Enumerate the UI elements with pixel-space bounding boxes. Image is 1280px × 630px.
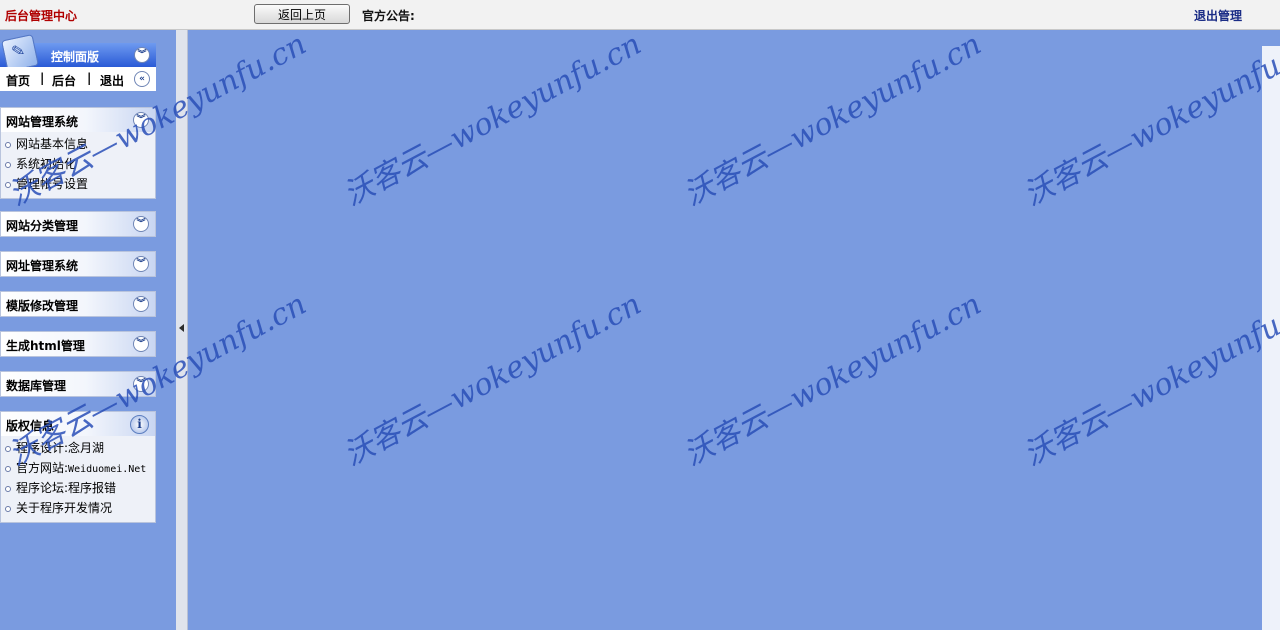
watermark: 沃客云—wokeyunfu.cn bbox=[678, 26, 988, 214]
control-panel-header: 控制面版 ︾ bbox=[0, 34, 156, 72]
watermark: 沃客云—wokeyunfu.cn bbox=[338, 286, 648, 474]
section-generate-html: 生成html管理 ︾ bbox=[0, 331, 156, 357]
menu-item-system-init[interactable]: 系统初始化 bbox=[1, 154, 155, 174]
collapse-left-arrow-icon[interactable] bbox=[179, 324, 184, 332]
section-header: 版权信息 i bbox=[1, 412, 155, 436]
official-site-link[interactable]: Weiduomei.Net bbox=[68, 464, 146, 475]
section-header[interactable]: 网址管理系统 ︾ bbox=[1, 252, 155, 276]
section-header[interactable]: 网站管理系统 ︾ bbox=[1, 108, 155, 132]
exit-link[interactable]: 退出 bbox=[100, 72, 124, 89]
section-title: 生成html管理 bbox=[6, 339, 85, 353]
double-chevron-down-icon[interactable]: ︾ bbox=[133, 296, 149, 312]
section-template-edit: 模版修改管理 ︾ bbox=[0, 291, 156, 317]
double-chevron-down-icon[interactable]: ︾ bbox=[133, 216, 149, 232]
section-title: 网址管理系统 bbox=[6, 259, 79, 273]
info-icon: i bbox=[130, 415, 149, 434]
copyright-designer: 程序设计:念月湖 bbox=[1, 438, 155, 458]
section-url-management: 网址管理系统 ︾ bbox=[0, 251, 156, 277]
double-chevron-left-icon[interactable]: « bbox=[134, 71, 150, 87]
nav-separator: | bbox=[87, 71, 92, 85]
watermark: 沃客云—wokeyunfu.cn bbox=[1018, 26, 1280, 214]
section-copyright: 版权信息 i 程序设计:念月湖 官方网站:Weiduomei.Net 程序论坛:… bbox=[0, 411, 156, 523]
section-title: 网站分类管理 bbox=[6, 219, 79, 233]
copyright-forum[interactable]: 程序论坛:程序报错 bbox=[1, 478, 155, 498]
backend-link[interactable]: 后台 bbox=[52, 72, 76, 89]
double-chevron-down-icon[interactable]: ︾ bbox=[133, 112, 149, 128]
admin-center-title: 后台管理中心 bbox=[5, 9, 78, 23]
official-site-label: 官方网站: bbox=[16, 461, 69, 475]
section-header[interactable]: 生成html管理 ︾ bbox=[1, 332, 155, 356]
section-database: 数据库管理 ︾ bbox=[0, 371, 156, 397]
logout-link[interactable]: 退出管理 bbox=[1194, 7, 1242, 24]
watermark: 沃客云—wokeyunfu.cn bbox=[1018, 286, 1280, 474]
top-bar: 后台管理中心 返回上页 官方公告: 退出管理 bbox=[0, 0, 1280, 30]
double-chevron-down-icon[interactable]: ︾ bbox=[133, 256, 149, 272]
sidebar-splitter[interactable] bbox=[176, 30, 188, 630]
official-notice-label: 官方公告: bbox=[362, 9, 415, 23]
section-title: 版权信息 bbox=[6, 419, 55, 433]
copyright-official-site[interactable]: 官方网站:Weiduomei.Net bbox=[1, 458, 155, 478]
section-header[interactable]: 模版修改管理 ︾ bbox=[1, 292, 155, 316]
control-panel-title: 控制面版 bbox=[51, 50, 100, 64]
nav-separator: | bbox=[40, 71, 45, 85]
watermark: 沃客云—wokeyunfu.cn bbox=[678, 286, 988, 474]
section-site-management: 网站管理系统 ︾ 网站基本信息 系统初始化 管理帐号设置 bbox=[0, 107, 156, 199]
double-chevron-down-icon[interactable]: ︾ bbox=[134, 47, 150, 63]
section-title: 数据库管理 bbox=[6, 379, 67, 393]
back-button[interactable]: 返回上页 bbox=[254, 4, 350, 24]
double-chevron-down-icon[interactable]: ︾ bbox=[133, 376, 149, 392]
watermark: 沃客云—wokeyunfu.cn bbox=[338, 26, 648, 214]
scrollbar[interactable] bbox=[1262, 46, 1280, 630]
double-chevron-down-icon[interactable]: ︾ bbox=[133, 336, 149, 352]
menu-item-site-basic-info[interactable]: 网站基本信息 bbox=[1, 134, 155, 154]
quick-nav: 首页 | 后台 | 退出 « bbox=[0, 67, 156, 91]
section-header[interactable]: 网站分类管理 ︾ bbox=[1, 212, 155, 236]
section-title: 模版修改管理 bbox=[6, 299, 79, 313]
copyright-about-dev[interactable]: 关于程序开发情况 bbox=[1, 498, 155, 518]
section-title: 网站管理系统 bbox=[6, 115, 79, 129]
section-site-category: 网站分类管理 ︾ bbox=[0, 211, 156, 237]
section-header[interactable]: 数据库管理 ︾ bbox=[1, 372, 155, 396]
menu-item-admin-account-settings[interactable]: 管理帐号设置 bbox=[1, 174, 155, 194]
sidebar: 控制面版 ︾ 首页 | 后台 | 退出 « 网站管理系统 ︾ 网站基本信息 系统… bbox=[0, 30, 176, 630]
home-link[interactable]: 首页 bbox=[6, 72, 30, 89]
